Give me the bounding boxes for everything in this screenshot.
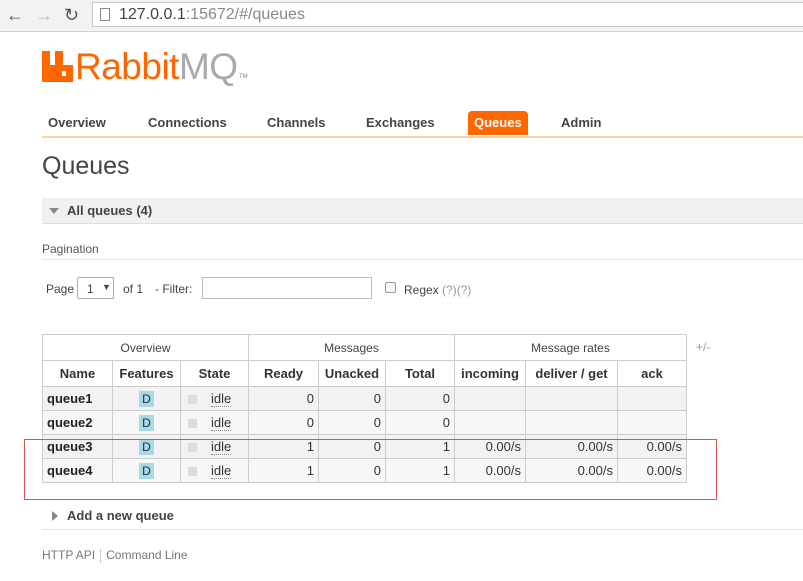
table-row[interactable]: queue2 D idle 0 0 0	[42, 410, 687, 435]
reload-icon[interactable]: ↻	[64, 5, 79, 25]
footer-separator	[100, 548, 102, 563]
filter-input[interactable]	[202, 277, 372, 299]
regex-label: Regex (?)(?)	[404, 283, 472, 297]
regex-checkbox[interactable]	[385, 282, 396, 293]
tab-admin[interactable]: Admin	[555, 111, 607, 135]
all-queues-label: All queues (4)	[67, 203, 153, 218]
ready-cell: 0	[248, 386, 319, 411]
columns-toggle[interactable]: +/-	[696, 340, 710, 354]
page-count-label: of 1	[123, 282, 144, 296]
collapse-triangle-icon	[49, 208, 59, 214]
incoming-cell	[454, 410, 526, 435]
command-line-link[interactable]: Command Line	[106, 548, 187, 562]
group-header-overview: Overview	[42, 334, 249, 361]
group-header-message-rates: Message rates	[454, 334, 687, 361]
col-total[interactable]: Total	[385, 360, 455, 387]
back-arrow-icon[interactable]: ←	[6, 5, 24, 25]
unacked-cell: 0	[318, 410, 386, 435]
deliver-get-cell	[525, 410, 618, 435]
col-state[interactable]: State	[180, 360, 249, 387]
tab-channels[interactable]: Channels	[261, 111, 332, 135]
state-label: idle	[211, 415, 232, 431]
group-header-messages: Messages	[248, 334, 455, 361]
queue-name-link[interactable]: queue2	[42, 410, 113, 435]
main-nav: Overview Connections Channels Exchanges …	[42, 109, 803, 138]
feature-cell: D	[112, 410, 181, 435]
logo-trademark: TM	[239, 74, 248, 80]
durable-badge: D	[139, 414, 154, 431]
col-name[interactable]: Name	[42, 360, 113, 387]
page-title: Queues	[42, 152, 130, 180]
address-bar[interactable]: 127.0.0.1:15672/#/queues	[92, 2, 803, 27]
filter-label: - Filter:	[155, 282, 193, 296]
queue-name-link[interactable]: queue1	[42, 386, 113, 411]
ack-cell	[617, 410, 687, 435]
page-select-value: 1	[87, 282, 94, 296]
state-cell: idle	[180, 410, 249, 435]
state-square-icon	[188, 419, 197, 429]
tab-exchanges[interactable]: Exchanges	[360, 111, 441, 135]
ack-cell	[617, 386, 687, 411]
dropdown-arrow-icon: ▼	[102, 282, 111, 292]
deliver-get-cell	[525, 386, 618, 411]
col-incoming[interactable]: incoming	[454, 360, 526, 387]
durable-badge: D	[139, 390, 154, 407]
rabbitmq-logo-icon	[42, 51, 73, 82]
add-queue-section-header[interactable]: Add a new queue	[42, 505, 803, 530]
highlight-annotation-box	[24, 439, 717, 500]
tab-overview[interactable]: Overview	[42, 111, 112, 135]
unacked-cell: 0	[318, 386, 386, 411]
col-ready[interactable]: Ready	[248, 360, 319, 387]
state-label: idle	[211, 391, 232, 407]
table-row[interactable]: queue1 D idle 0 0 0	[42, 386, 687, 411]
expand-triangle-icon	[52, 511, 58, 521]
forward-arrow-icon[interactable]: →	[35, 5, 53, 25]
http-api-link[interactable]: HTTP API	[42, 548, 95, 562]
browser-toolbar: ← → ↻ 127.0.0.1:15672/#/queues	[0, 0, 803, 32]
total-cell: 0	[385, 410, 455, 435]
ready-cell: 0	[248, 410, 319, 435]
footer-links: HTTP API Command Line	[42, 548, 188, 563]
pagination-divider	[42, 259, 803, 260]
col-ack[interactable]: ack	[617, 360, 687, 387]
col-unacked[interactable]: Unacked	[318, 360, 386, 387]
total-cell: 0	[385, 386, 455, 411]
tab-queues[interactable]: Queues	[468, 111, 528, 135]
page-icon	[100, 8, 110, 21]
url-text: 127.0.0.1:15672/#/queues	[119, 6, 305, 23]
page-select[interactable]: 1 ▼	[77, 277, 114, 299]
add-queue-label: Add a new queue	[67, 508, 174, 523]
state-cell: idle	[180, 386, 249, 411]
col-features[interactable]: Features	[112, 360, 181, 387]
feature-cell: D	[112, 386, 181, 411]
col-deliver-get[interactable]: deliver / get	[525, 360, 618, 387]
all-queues-section-header[interactable]: All queues (4)	[42, 198, 803, 224]
tab-connections[interactable]: Connections	[142, 111, 233, 135]
page-label: Page	[46, 282, 75, 296]
state-square-icon	[188, 395, 197, 405]
logo-text: RabbitMQ	[75, 46, 238, 87]
incoming-cell	[454, 386, 526, 411]
pagination-label: Pagination	[42, 242, 99, 256]
regex-help-link[interactable]: (?)(?)	[442, 283, 471, 297]
